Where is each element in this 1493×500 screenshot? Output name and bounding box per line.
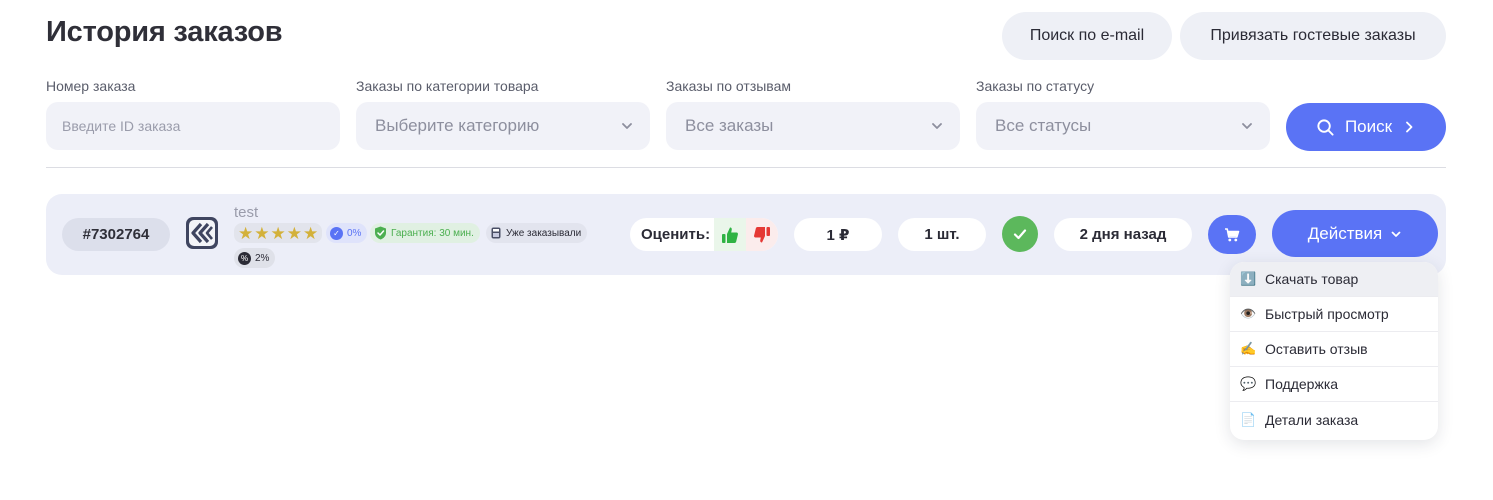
star-icon: ★ xyxy=(303,223,319,243)
rate-order-control: Оценить: xyxy=(630,218,778,251)
search-icon xyxy=(1317,118,1334,136)
menu-item-order-details[interactable]: 📄 Детали заказа xyxy=(1230,402,1438,437)
ordered-before-text: Уже заказывали xyxy=(506,227,582,239)
rating-stars: ★ ★ ★ ★ ★ xyxy=(234,223,323,243)
menu-item-leave-review[interactable]: ✍️ Оставить отзыв xyxy=(1230,332,1438,367)
percent-badge: ✓ 0% xyxy=(326,223,368,243)
category-select[interactable]: Выберите категорию xyxy=(356,102,650,150)
discount-badge-value: 2% xyxy=(255,252,270,264)
actions-button-label: Действия xyxy=(1307,223,1383,243)
cart-icon xyxy=(1225,227,1240,241)
download-icon: ⬇️ xyxy=(1240,271,1257,286)
star-icon: ★ xyxy=(238,223,254,243)
menu-item-label: Скачать товар xyxy=(1265,271,1359,287)
star-icon: ★ xyxy=(254,223,270,243)
product-name[interactable]: test xyxy=(234,204,258,221)
chevron-down-icon xyxy=(1242,123,1252,129)
star-icon: ★ xyxy=(270,223,286,243)
status-completed-badge xyxy=(1002,216,1038,252)
thumbs-down-icon xyxy=(754,226,770,242)
chevron-down-icon xyxy=(622,123,632,129)
cart-button[interactable] xyxy=(1208,215,1256,254)
search-button[interactable]: Поиск xyxy=(1286,103,1446,151)
divider xyxy=(46,167,1446,168)
reviews-filter-label: Заказы по отзывам xyxy=(666,78,791,94)
actions-menu: ⬇️ Скачать товар 👁️ Быстрый просмотр ✍️ … xyxy=(1230,262,1438,440)
discount-badge: % 2% xyxy=(234,248,276,268)
status-select-value: Все статусы xyxy=(995,116,1092,135)
status-filter-label: Заказы по статусу xyxy=(976,78,1095,94)
menu-item-support[interactable]: 💬 Поддержка xyxy=(1230,367,1438,402)
eye-icon: 👁️ xyxy=(1240,306,1257,321)
menu-item-label: Оставить отзыв xyxy=(1265,341,1368,357)
menu-item-label: Поддержка xyxy=(1265,376,1339,392)
order-number-label: Номер заказа xyxy=(46,78,136,94)
percent-icon: % xyxy=(238,251,251,265)
chevron-right-icon xyxy=(1406,121,1413,133)
thumbs-up-icon xyxy=(722,227,738,243)
order-price: 1 ₽ xyxy=(794,218,882,251)
status-select[interactable]: Все статусы xyxy=(976,102,1270,150)
reviews-select[interactable]: Все заказы xyxy=(666,102,960,150)
order-id-badge[interactable]: #7302764 xyxy=(62,218,170,251)
order-number-field-wrap xyxy=(46,102,340,150)
actions-dropdown-button[interactable]: Действия xyxy=(1272,210,1438,257)
star-icon: ★ xyxy=(286,223,302,243)
search-button-label: Поиск xyxy=(1344,117,1393,136)
thumbs-up-button[interactable] xyxy=(714,218,746,251)
calculator-icon xyxy=(491,227,501,239)
order-row: #7302764 test ★ ★ ★ ★ ★ ✓ 0% Гарантия: 3… xyxy=(46,194,1446,275)
reviews-select-value: Все заказы xyxy=(685,116,774,135)
category-select-value: Выберите категорию xyxy=(375,116,540,135)
guarantee-badge-text: Гарантия: 30 мин. xyxy=(391,227,474,239)
menu-item-label: Быстрый просмотр xyxy=(1265,306,1389,322)
shield-check-icon xyxy=(375,226,386,240)
chevron-down-icon xyxy=(932,123,942,129)
link-guest-orders-button[interactable]: Привязать гостевые заказы xyxy=(1180,12,1446,60)
menu-item-download[interactable]: ⬇️ Скачать товар xyxy=(1230,262,1438,297)
category-filter-label: Заказы по категории товара xyxy=(356,78,539,94)
product-logo-icon xyxy=(186,217,218,249)
document-icon: 📄 xyxy=(1240,411,1257,427)
order-number-input[interactable] xyxy=(62,118,340,134)
search-by-email-button[interactable]: Поиск по e-mail xyxy=(1002,12,1172,60)
order-quantity: 1 шт. xyxy=(898,218,986,251)
writing-hand-icon: ✍️ xyxy=(1240,341,1257,356)
thumbs-down-button[interactable] xyxy=(746,218,778,251)
verified-icon: ✓ xyxy=(330,226,343,240)
order-date: 2 дня назад xyxy=(1054,218,1192,251)
menu-item-quick-view[interactable]: 👁️ Быстрый просмотр xyxy=(1230,297,1438,332)
menu-item-label: Детали заказа xyxy=(1265,411,1359,428)
rate-label: Оценить: xyxy=(641,226,711,243)
speech-bubble-icon: 💬 xyxy=(1240,376,1257,391)
check-icon xyxy=(1013,229,1027,240)
ordered-before-badge: Уже заказывали xyxy=(486,223,588,243)
page-title: История заказов xyxy=(46,16,283,48)
chevron-down-icon xyxy=(1391,231,1401,237)
guarantee-badge: Гарантия: 30 мин. xyxy=(370,223,480,243)
percent-badge-value: 0% xyxy=(347,227,362,239)
